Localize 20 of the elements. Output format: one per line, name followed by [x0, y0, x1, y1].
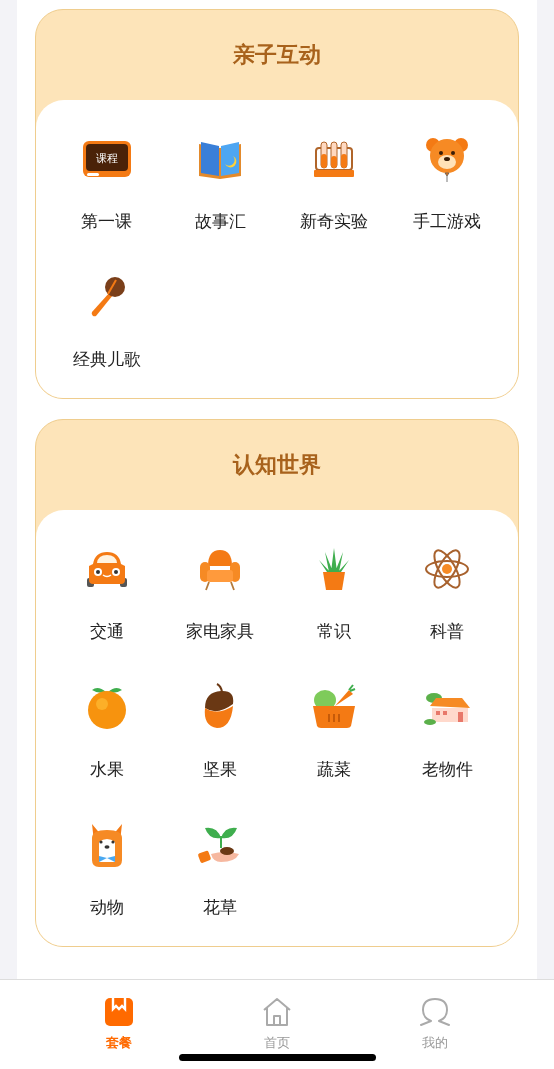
- category-label[interactable]: 花草: [203, 896, 238, 918]
- person-icon: [419, 996, 451, 1028]
- section-title: 认知世界: [231, 451, 322, 479]
- category-label[interactable]: 手工游戏: [413, 210, 482, 232]
- category-label[interactable]: 故事汇: [194, 210, 246, 232]
- category-label[interactable]: 水果: [89, 758, 124, 780]
- category-label[interactable]: 老物件: [421, 758, 473, 780]
- category-label[interactable]: 家电家具: [186, 620, 255, 642]
- section-title: 亲子互动: [232, 41, 322, 69]
- category-label[interactable]: 坚果: [203, 758, 238, 780]
- home-icon: [261, 996, 293, 1028]
- category-label[interactable]: 交通: [89, 620, 124, 642]
- category-label[interactable]: 常识: [316, 620, 351, 642]
- category-label[interactable]: 经典儿歌: [72, 348, 141, 370]
- category-label[interactable]: 动物: [89, 896, 124, 918]
- category-label[interactable]: 第一课: [81, 210, 133, 232]
- category-label[interactable]: 新奇实验: [299, 210, 368, 232]
- category-label[interactable]: 蔬菜: [316, 758, 351, 780]
- category-label[interactable]: 科普: [430, 620, 465, 642]
- bookmark-icon: [103, 996, 135, 1028]
